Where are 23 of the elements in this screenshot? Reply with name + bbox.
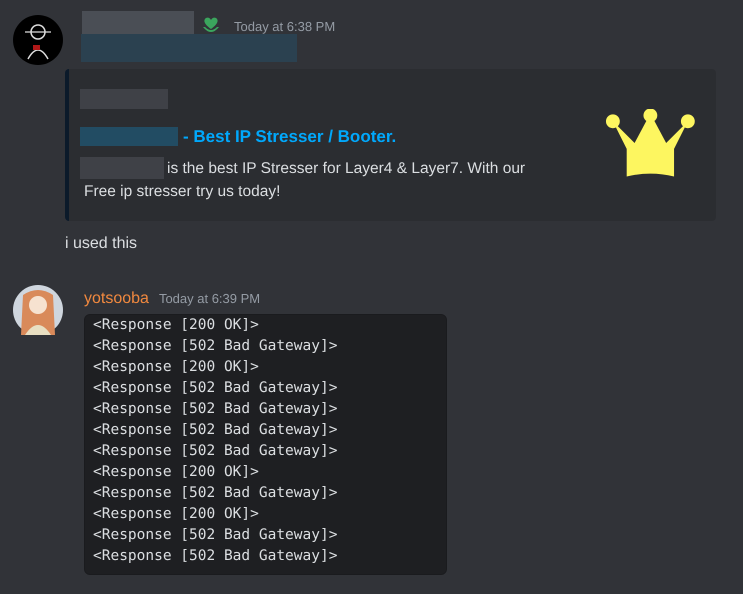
code-line: <Response [502 Bad Gateway]>	[93, 421, 338, 440]
timestamp: Today at 6:39 PM	[158, 290, 260, 308]
code-line: <Response [502 Bad Gateway]>	[93, 442, 338, 461]
message-text: i used this	[65, 234, 138, 254]
code-line: <Response [502 Bad Gateway]>	[93, 337, 338, 356]
code-line: <Response [200 OK]>	[93, 316, 260, 335]
code-line: <Response [200 OK]>	[93, 505, 260, 524]
embed-title[interactable]: - Best IP Stresser / Booter.	[183, 124, 396, 150]
crown-icon	[605, 109, 696, 179]
avatar[interactable]	[13, 15, 63, 65]
heart-badge-icon	[200, 15, 222, 35]
embed-description: Free ip stresser try us today!	[83, 182, 282, 202]
code-line: <Response [200 OK]>	[93, 463, 260, 482]
code-line: <Response [502 Bad Gateway]>	[93, 400, 338, 419]
code-line: <Response [502 Bad Gateway]>	[93, 379, 338, 398]
username[interactable]: yotsooba	[84, 287, 149, 311]
code-line: <Response [502 Bad Gateway]>	[93, 484, 338, 503]
code-line: <Response [502 Bad Gateway]>	[93, 547, 338, 566]
timestamp: Today at 6:38 PM	[234, 18, 336, 36]
avatar[interactable]	[13, 285, 63, 335]
code-line: <Response [502 Bad Gateway]>	[93, 526, 338, 545]
code-line: <Response [200 OK]>	[93, 358, 260, 377]
embed-description: is the best IP Stresser for Layer4 & Layer7. With our	[167, 158, 526, 178]
